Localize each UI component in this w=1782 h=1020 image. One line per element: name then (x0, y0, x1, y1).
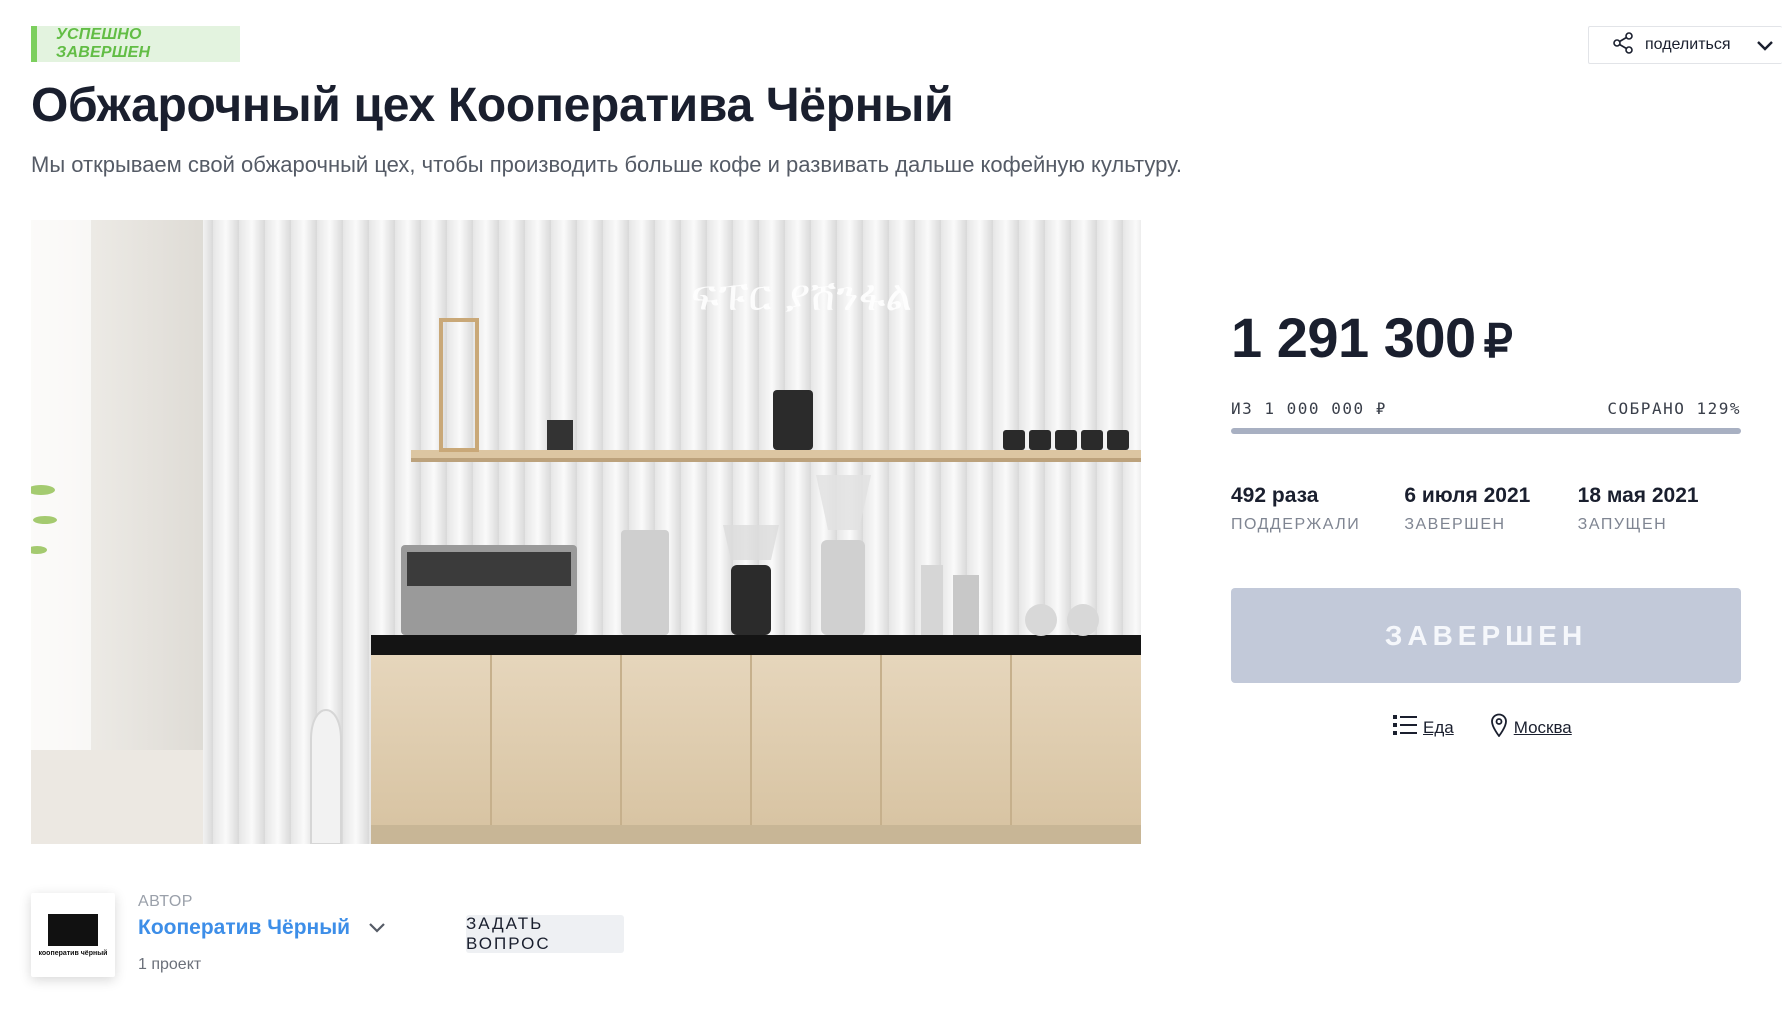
stat-label: ЗАПУЩЕН (1577, 516, 1668, 533)
ask-question-button[interactable]: ЗАДАТЬ ВОПРОС (466, 914, 624, 953)
share-button[interactable]: поделиться (1588, 26, 1782, 64)
stat-value: 18 мая 2021 (1577, 484, 1699, 507)
funding-goal: ИЗ 1 000 000 ₽ (1231, 399, 1387, 418)
stat-value: 492 раза (1231, 484, 1319, 507)
location-label: Москва (1513, 717, 1572, 737)
status-badge: УСПЕШНО ЗАВЕРШЕН (31, 26, 240, 62)
list-icon (1393, 714, 1417, 741)
neon-sign: ፍፑር ያሸንፋል (691, 271, 912, 320)
author-avatar[interactable]: кооператив чёрный (31, 893, 115, 977)
stat-backers: 492 раза ПОДДЕРЖАЛИ (1231, 484, 1404, 534)
location-link[interactable]: Москва (1490, 713, 1572, 742)
project-subtitle: Мы открываем свой обжарочный цех, чтобы … (31, 152, 1182, 177)
category-label: Еда (1423, 717, 1454, 737)
category-link[interactable]: Еда (1393, 713, 1454, 742)
project-hero-image: ፍፑር ያሸንፋል (31, 220, 1141, 844)
author-logo (48, 913, 98, 946)
funding-progress-bar (1231, 428, 1741, 434)
author-project-count: 1 проект (138, 956, 202, 973)
currency-symbol: ₽ (1483, 315, 1513, 367)
stat-finished: 6 июля 2021 ЗАВЕРШЕН (1404, 484, 1577, 534)
stat-label: ЗАВЕРШЕН (1404, 516, 1506, 533)
funding-amount: 1 291 300 ₽ (1231, 305, 1513, 370)
project-stats: 492 раза ПОДДЕРЖАЛИ 6 июля 2021 ЗАВЕРШЕН… (1231, 484, 1751, 534)
stat-label: ПОДДЕРЖАЛИ (1231, 516, 1361, 533)
amount-value: 1 291 300 (1231, 306, 1476, 369)
project-meta: Еда Москва (1393, 713, 1572, 742)
author-logo-caption: кооператив чёрный (38, 949, 108, 957)
author-label: АВТОР (138, 893, 193, 910)
author-name-link[interactable]: Кооператив Чёрный (138, 916, 386, 940)
funding-collected: СОБРАНО 129% (1607, 399, 1741, 418)
share-icon (1611, 31, 1635, 60)
stat-value: 6 июля 2021 (1404, 484, 1531, 507)
finished-button[interactable]: ЗАВЕРШЕН (1231, 588, 1741, 683)
share-label: поделиться (1645, 36, 1731, 53)
author-name: Кооператив Чёрный (138, 916, 351, 939)
progress-fill (1231, 428, 1741, 434)
chevron-down-icon (1755, 35, 1775, 55)
chevron-down-icon[interactable] (368, 916, 386, 940)
stat-launched: 18 мая 2021 ЗАПУЩЕН (1578, 484, 1751, 534)
funding-goal-row: ИЗ 1 000 000 ₽ СОБРАНО 129% (1231, 399, 1741, 418)
page-title: Обжарочный цех Кооператива Чёрный (31, 79, 954, 132)
location-pin-icon (1490, 713, 1508, 742)
